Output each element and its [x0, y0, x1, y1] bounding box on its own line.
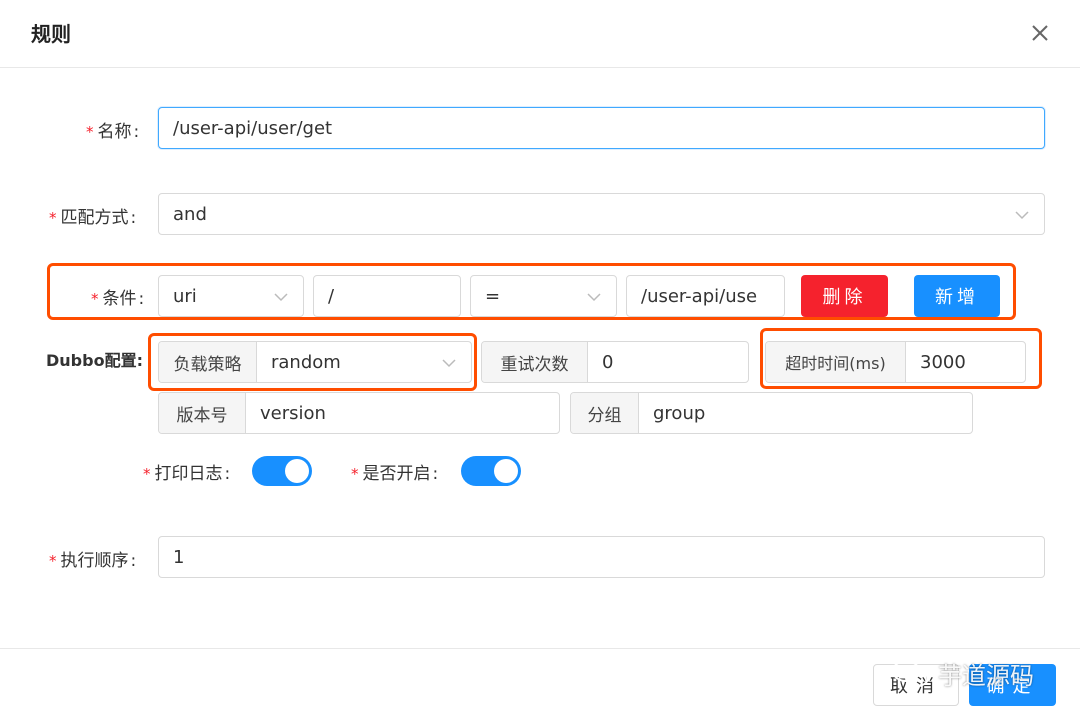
condition-param-type-select[interactable]: uri [158, 275, 304, 317]
match-mode-select[interactable]: and [158, 193, 1045, 235]
dialog-title: 规则 [31, 22, 71, 46]
retries-group: 重试次数 0 [481, 341, 749, 383]
group-input[interactable]: group [639, 393, 972, 433]
chevron-down-icon [274, 293, 288, 302]
condition-label: * 条件: [91, 289, 145, 309]
condition-param-name-input[interactable]: / [313, 275, 461, 317]
version-group: 版本号 version [158, 392, 560, 434]
close-icon[interactable] [1027, 20, 1053, 46]
logged-switch[interactable] [252, 456, 312, 486]
retries-input[interactable]: 0 [588, 342, 748, 382]
timeout-group: 超时时间(ms) 3000 [765, 341, 1026, 383]
rule-dialog: 规则 * 名称: /user-api/user/get * 匹配方式: and * 条… [0, 0, 1080, 721]
logged-label: * 打印日志: [143, 464, 231, 484]
name-label: * 名称: [86, 122, 140, 142]
condition-param-value-input[interactable]: /user-api/use [626, 275, 785, 317]
chevron-down-icon [1015, 211, 1029, 220]
cancel-button[interactable]: 取消 [873, 664, 959, 706]
match-mode-label: * 匹配方式: [49, 208, 137, 228]
version-addon: 版本号 [159, 393, 246, 433]
chevron-down-icon [587, 293, 601, 302]
retries-addon: 重试次数 [482, 342, 588, 382]
sort-label: * 执行顺序: [49, 551, 137, 571]
ok-button[interactable]: 确定 [969, 664, 1056, 706]
load-balance-addon: 负载策略 [159, 342, 257, 382]
condition-operator-select[interactable]: = [470, 275, 617, 317]
timeout-input[interactable]: 3000 [906, 342, 1025, 382]
version-input[interactable]: version [246, 393, 559, 433]
delete-condition-button[interactable]: 删除 [801, 275, 888, 317]
load-balance-group: 负载策略 random [158, 341, 472, 383]
dialog-header: 规则 [0, 0, 1080, 68]
group-group: 分组 group [570, 392, 973, 434]
enabled-label: * 是否开启: [351, 464, 439, 484]
switch-knob [494, 459, 518, 483]
name-input[interactable]: /user-api/user/get [158, 107, 1045, 149]
switch-knob [285, 459, 309, 483]
group-addon: 分组 [571, 393, 639, 433]
dubbo-config-label: Dubbo配置: [46, 351, 143, 370]
enabled-switch[interactable] [461, 456, 521, 486]
add-condition-button[interactable]: 新增 [914, 275, 1000, 317]
timeout-addon: 超时时间(ms) [766, 342, 906, 382]
load-balance-select[interactable]: random [257, 342, 471, 382]
chevron-down-icon [442, 359, 456, 368]
sort-input[interactable]: 1 [158, 536, 1045, 578]
